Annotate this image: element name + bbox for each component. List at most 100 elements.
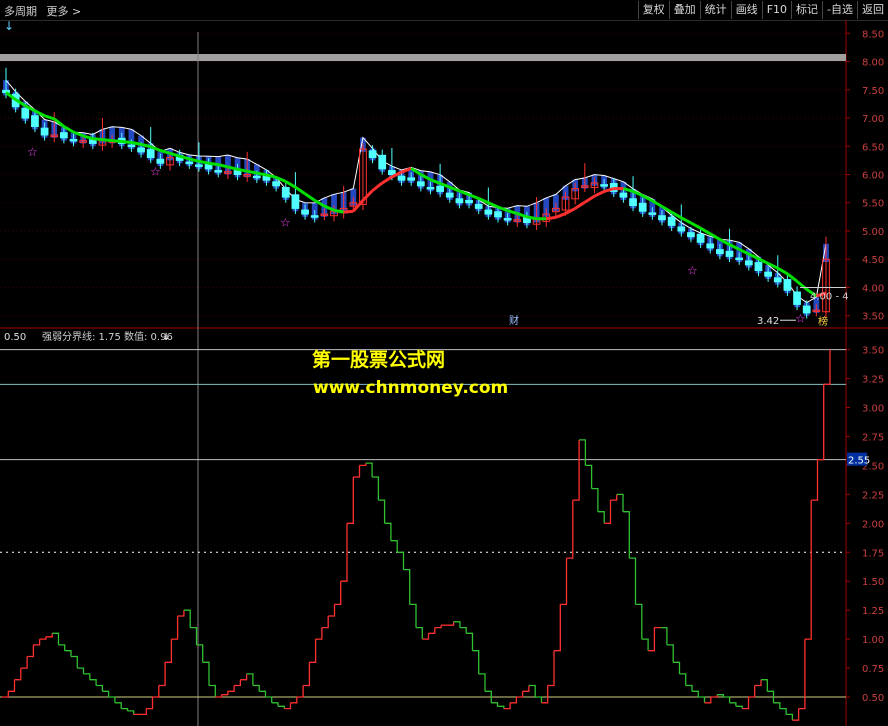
moving-average-segment: [208, 161, 219, 167]
candle-body: [156, 158, 165, 164]
indicator-step-segment: [735, 705, 743, 709]
statistics-button[interactable]: 统计: [699, 1, 731, 19]
remove-watchlist-button[interactable]: -自选: [822, 1, 857, 19]
indicator-step-segment: [296, 685, 304, 698]
moving-average-segment: [555, 212, 567, 219]
indicator-step-segment: [215, 694, 223, 698]
moving-average-segment: [593, 190, 605, 198]
main-y-tick-label: 5.00: [862, 227, 884, 238]
main-y-tick-label: 6.50: [862, 142, 884, 153]
indicator-step-segment: [303, 662, 311, 687]
indicator-step-segment: [284, 702, 292, 710]
indicator-step-segment: [409, 603, 417, 628]
indicator-y-tick-label: 1.00: [862, 635, 884, 646]
indicator-step-segment: [83, 673, 91, 680]
candle-body: [368, 150, 377, 159]
indicator-step-segment: [108, 696, 116, 703]
candle-body: [378, 154, 387, 170]
candle-body: [436, 185, 444, 192]
indicator-step-segment: [227, 685, 235, 692]
candle-body: [619, 192, 628, 198]
indicator-step-segment: [372, 476, 380, 501]
indicator-y-tick-label: 0.75: [862, 664, 884, 675]
candle-body: [465, 199, 473, 204]
candle-body: [252, 175, 261, 179]
indicator-step-segment: [359, 463, 367, 467]
indicator-step-segment: [158, 662, 166, 687]
back-button[interactable]: 返回: [857, 1, 888, 19]
indicator-step-segment: [246, 673, 254, 686]
indicator-step-segment: [384, 522, 392, 541]
indicator-step-segment: [422, 633, 430, 640]
indicator-y-tick-label: 3.25: [862, 375, 884, 386]
draw-line-button[interactable]: 画线: [730, 1, 762, 19]
indicator-step-segment: [547, 650, 555, 687]
candle-body: [445, 192, 454, 198]
moving-average-segment: [285, 180, 297, 189]
indicator-step-segment: [365, 462, 373, 477]
restore-rights-button[interactable]: 复权: [637, 1, 669, 19]
indicator-step-segment: [692, 690, 699, 697]
moving-average-segment: [690, 221, 702, 230]
indicator-step-segment: [804, 500, 812, 640]
indicator-y-tick-label: 3.00: [862, 403, 884, 414]
indicator-step-segment: [64, 650, 72, 657]
moving-average-segment: [526, 215, 537, 221]
indicator-step-segment: [497, 705, 505, 709]
indicator-step-segment: [8, 679, 16, 692]
candle-body: [629, 198, 637, 207]
indicator-step-segment: [152, 685, 160, 698]
indicator-step-segment: [773, 702, 781, 709]
indicator-step-segment: [685, 684, 693, 692]
indicator-step-segment: [328, 604, 336, 617]
indicator-step-segment: [579, 439, 587, 466]
indicator-y-tick-label: 1.75: [862, 548, 884, 559]
candle-body: [687, 232, 695, 238]
indicator-step-segment: [265, 696, 273, 703]
indicator-step-segment: [459, 626, 467, 634]
candle-body: [754, 262, 763, 272]
indicator-step-segment: [528, 684, 536, 697]
toolbar: 多周期 更多 > 复权 叠加 统计 画线 F10 标记 -自选 返回: [0, 0, 888, 21]
moving-average-segment: [546, 215, 557, 221]
indicator-step-segment: [466, 632, 474, 651]
indicator-step-segment: [416, 626, 423, 640]
overlay-button[interactable]: 叠加: [668, 1, 700, 19]
indicator-y-tick-label: 1.25: [862, 606, 884, 617]
indicator-y-tick-label: 0.50: [862, 693, 884, 704]
candle-body: [484, 209, 493, 215]
indicator-step-segment: [560, 558, 568, 606]
indicator-step-segment: [510, 697, 518, 704]
indicator-step-segment: [428, 627, 436, 634]
main-y-tick-label: 7.50: [862, 86, 884, 97]
moving-average-segment: [256, 171, 267, 177]
candle-body: [2, 89, 10, 94]
moving-average-segment: [198, 159, 209, 165]
indicator-step-segment: [704, 697, 712, 704]
indicator-step-segment: [629, 557, 637, 605]
indicator-step-segment: [71, 655, 78, 669]
candle-body: [426, 186, 435, 190]
indicator-step-segment: [309, 639, 317, 663]
f10-button[interactable]: F10: [761, 1, 791, 19]
current-price-tag: 4.00 - 4: [810, 291, 849, 302]
more-menu[interactable]: 更多 >: [47, 5, 82, 18]
watermark-url: www.chnmoney.com: [313, 378, 509, 398]
indicator-step-segment: [503, 702, 511, 710]
indicator-step-segment: [535, 696, 543, 703]
indicator-step-segment: [347, 477, 354, 524]
low-price-label: 3.42: [757, 316, 779, 327]
main-arrow-icon: ↓: [4, 20, 14, 33]
indicator-step-segment: [572, 439, 580, 501]
indicator-step-segment: [610, 494, 618, 501]
candle-body: [658, 215, 666, 221]
period-menu[interactable]: 多周期: [4, 5, 37, 18]
chart-canvas[interactable]: 8.50 8.00 7.50 7.00 6.50 6.00 5.50 5.00 4.50 4.00…: [0, 20, 888, 726]
toolbar-right: 复权 叠加 统计 画线 F10 标记 -自选 返回: [637, 1, 888, 19]
mark-button[interactable]: 标记: [791, 1, 822, 19]
moving-average-segment: [796, 280, 808, 291]
candle-body: [214, 170, 223, 173]
main-y-tick-label: 4.50: [862, 255, 884, 266]
main-y-tick-label: 4.00: [862, 283, 884, 294]
indicator-step-segment: [14, 668, 22, 681]
